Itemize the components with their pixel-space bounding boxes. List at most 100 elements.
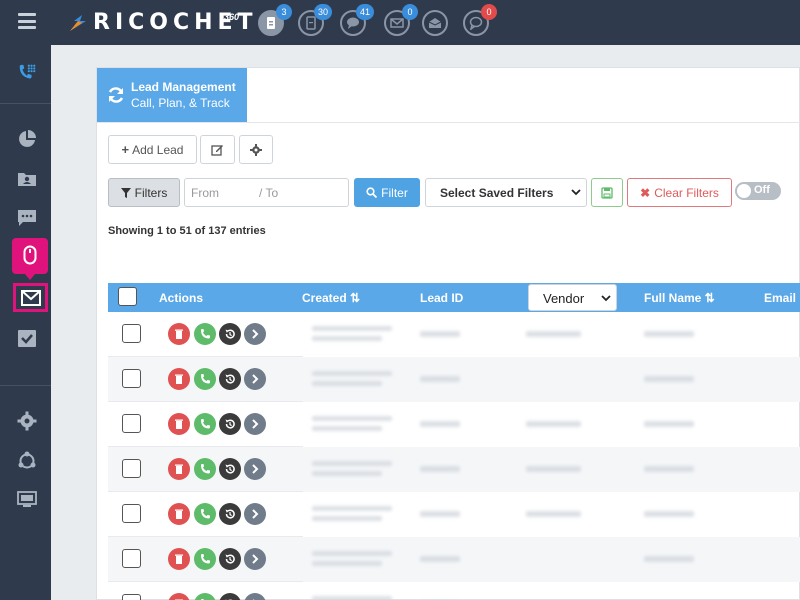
row-checkbox[interactable] (122, 459, 141, 478)
email-sidebar-item[interactable] (13, 283, 48, 312)
filters-button[interactable]: Filters (108, 178, 180, 207)
envelope-icon (21, 290, 41, 306)
clear-filters-button[interactable]: ✖ Clear Filters (627, 178, 732, 207)
phone-icon[interactable] (194, 413, 216, 435)
panel-header-divider (97, 122, 800, 123)
saved-filters-label: Select Saved Filters (440, 186, 554, 200)
table-row[interactable] (108, 447, 800, 492)
chevron-right-icon[interactable] (244, 548, 266, 570)
history-icon[interactable] (219, 548, 241, 570)
phone-icon[interactable] (194, 548, 216, 570)
row-checkbox[interactable] (122, 594, 141, 600)
table-row[interactable] (108, 537, 800, 582)
history-icon[interactable] (219, 458, 241, 480)
refresh-icon (108, 87, 124, 103)
chevron-right-icon[interactable] (244, 458, 266, 480)
row-checkbox[interactable] (122, 549, 141, 568)
lead-id-redacted (420, 331, 460, 337)
table-row[interactable] (108, 357, 800, 402)
lead-management-tab[interactable]: Lead Management Call, Plan, & Track (97, 68, 247, 123)
table-row[interactable] (108, 402, 800, 447)
phone-icon[interactable] (194, 593, 216, 600)
chevron-down-icon (571, 189, 581, 196)
col-created[interactable]: Created ⇅ (302, 291, 360, 305)
message-icon[interactable]: 0 (463, 4, 497, 36)
delete-icon[interactable] (168, 413, 190, 435)
history-icon[interactable] (219, 593, 241, 600)
chevron-right-icon[interactable] (244, 593, 266, 600)
documents-badge: 30 (313, 4, 332, 20)
phone-icon[interactable] (194, 368, 216, 390)
mail-icon[interactable]: 0 (384, 4, 418, 36)
history-icon[interactable] (219, 368, 241, 390)
col-email[interactable]: Email (764, 291, 796, 305)
phone-icon[interactable] (194, 323, 216, 345)
delete-icon[interactable] (168, 503, 190, 525)
row-checkbox[interactable] (122, 324, 141, 343)
chat-icon[interactable]: 41 (340, 4, 374, 36)
monitor-icon[interactable] (17, 490, 37, 510)
table-row[interactable] (108, 582, 800, 600)
full-name-redacted (644, 421, 694, 427)
pie-chart-icon[interactable] (17, 129, 37, 149)
chevron-right-icon[interactable] (244, 323, 266, 345)
created-redacted (312, 516, 382, 521)
leads-icon[interactable]: 3 (258, 4, 292, 36)
delete-icon[interactable] (168, 593, 190, 600)
chevron-right-icon[interactable] (244, 503, 266, 525)
row-checkbox[interactable] (122, 414, 141, 433)
saved-filters-select[interactable]: Select Saved Filters (425, 178, 587, 207)
edit-button[interactable] (200, 135, 235, 164)
open-mail-icon[interactable] (422, 10, 448, 36)
vendor-redacted (526, 466, 581, 472)
chat-badge: 41 (355, 4, 374, 20)
hamburger-menu-icon[interactable] (18, 13, 36, 29)
row-checkbox[interactable] (122, 504, 141, 523)
history-icon[interactable] (219, 323, 241, 345)
lead-id-redacted (420, 376, 460, 382)
clear-filters-label: Clear Filters (654, 185, 719, 200)
search-icon (366, 187, 378, 198)
table-row[interactable] (108, 492, 800, 537)
top-bar: RICOCHET 360 3 30 41 0 0 (0, 0, 800, 45)
history-icon[interactable] (219, 503, 241, 525)
delete-icon[interactable] (168, 458, 190, 480)
filter-button[interactable]: Filter (354, 178, 420, 207)
phone-icon[interactable] (194, 458, 216, 480)
col-full-name[interactable]: Full Name ⇅ (644, 291, 715, 305)
vendor-column-select[interactable]: Vendor (528, 284, 617, 311)
chevron-right-icon[interactable] (244, 413, 266, 435)
row-checkbox[interactable] (122, 369, 141, 388)
chevron-right-icon[interactable] (244, 368, 266, 390)
filter-toggle[interactable]: Off (735, 182, 781, 200)
sms-chat-icon[interactable] (17, 208, 37, 228)
toggle-label: Off (754, 184, 770, 196)
delete-icon[interactable] (168, 548, 190, 570)
settings-gear-icon[interactable] (17, 411, 37, 431)
full-name-redacted (644, 556, 694, 562)
phone-dialpad-icon[interactable] (17, 63, 37, 83)
history-icon[interactable] (219, 413, 241, 435)
contacts-folder-icon[interactable] (17, 169, 37, 189)
save-filter-button[interactable] (591, 178, 623, 207)
delete-icon[interactable] (168, 368, 190, 390)
plus-icon: + (121, 142, 130, 157)
phone-icon[interactable] (194, 503, 216, 525)
col-actions: Actions (159, 291, 204, 305)
documents-icon[interactable]: 30 (298, 4, 332, 36)
created-redacted (312, 596, 392, 600)
task-check-icon[interactable] (17, 328, 37, 348)
lead-id-redacted (420, 556, 460, 562)
full-name-redacted (644, 331, 694, 337)
col-lead-id[interactable]: Lead ID (420, 291, 463, 305)
add-lead-button[interactable]: + Add Lead (108, 135, 197, 164)
integrations-icon[interactable] (17, 451, 37, 471)
filter-label: Filter (381, 185, 408, 200)
date-range-input[interactable]: From / To (184, 178, 349, 207)
settings-button[interactable] (239, 135, 273, 164)
delete-icon[interactable] (168, 323, 190, 345)
table-row[interactable] (108, 312, 800, 357)
select-all-checkbox[interactable] (118, 287, 137, 306)
lead-management-panel: Lead Management Call, Plan, & Track + Ad… (96, 67, 800, 600)
created-redacted (312, 461, 392, 466)
